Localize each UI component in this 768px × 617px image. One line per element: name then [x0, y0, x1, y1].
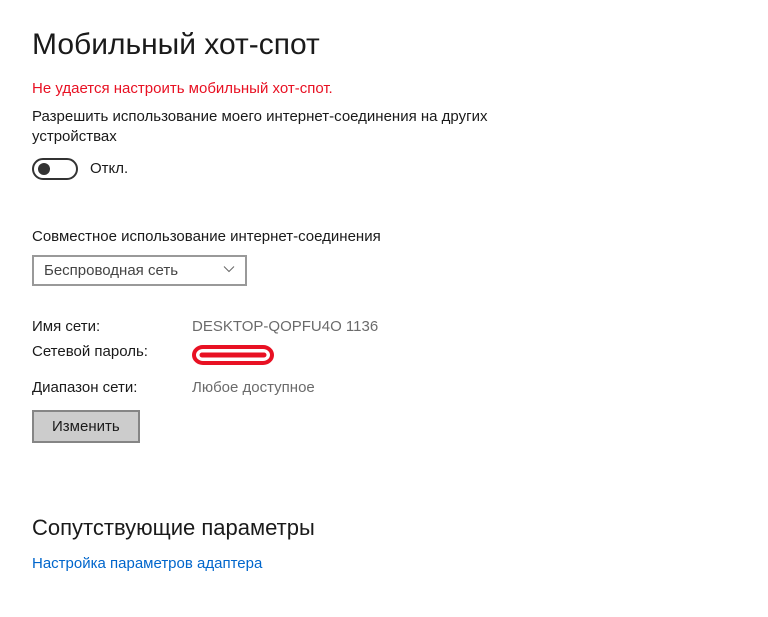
redacted-password-icon	[192, 343, 274, 371]
network-band-value: Любое доступное	[192, 379, 736, 396]
share-from-label: Совместное использование интернет-соедин…	[32, 228, 736, 245]
share-description: Разрешить использование моего интернет-с…	[32, 107, 572, 148]
network-info-table: Имя сети: DESKTOP-QOPFU4O 1136 Сетевой п…	[32, 318, 736, 396]
share-toggle-row: Откл.	[32, 158, 736, 180]
toggle-state-label: Откл.	[90, 160, 128, 177]
page-title: Мобильный хот-спот	[32, 28, 736, 62]
share-from-combobox[interactable]: Беспроводная сеть	[32, 255, 247, 286]
related-settings-heading: Сопутствующие параметры	[32, 515, 736, 541]
network-band-label: Диапазон сети:	[32, 379, 192, 396]
hotspot-error-message: Не удается настроить мобильный хот-спот.	[32, 80, 736, 97]
adapter-settings-link[interactable]: Настройка параметров адаптера	[32, 555, 736, 572]
edit-button[interactable]: Изменить	[32, 410, 140, 443]
network-password-label: Сетевой пароль:	[32, 343, 192, 371]
share-from-selected: Беспроводная сеть	[44, 262, 178, 279]
network-name-value: DESKTOP-QOPFU4O 1136	[192, 318, 736, 335]
toggle-knob	[38, 163, 50, 175]
network-password-value	[192, 343, 736, 371]
chevron-down-icon	[223, 262, 235, 279]
share-toggle[interactable]	[32, 158, 78, 180]
network-name-label: Имя сети:	[32, 318, 192, 335]
